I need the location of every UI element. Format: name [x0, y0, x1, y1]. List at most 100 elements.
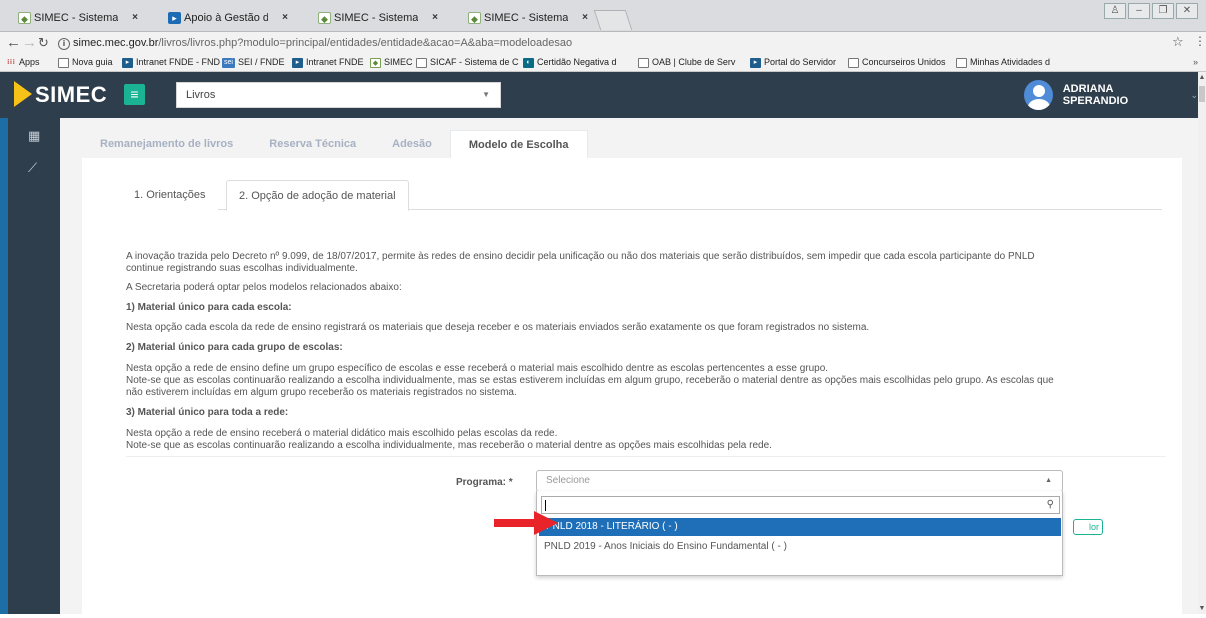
- fnde-icon: ▸: [292, 57, 303, 68]
- tab-modelo-escolha[interactable]: Modelo de Escolha: [449, 130, 588, 158]
- bookmarks-overflow-icon[interactable]: »: [1193, 54, 1198, 71]
- browser-tab-4[interactable]: ◆ SIMEC - Sistema Integrad ×: [450, 5, 602, 32]
- new-tab-button[interactable]: [593, 10, 633, 30]
- bookmark-label: Nova guia: [72, 57, 113, 67]
- page-scrollbar[interactable]: ▲ ▼: [1198, 72, 1206, 614]
- section-heading: 1) Material único para cada escola:: [126, 302, 292, 313]
- bookmark-intranet-fnde-fnd[interactable]: ▸ Intranet FNDE - FND: [122, 54, 220, 71]
- sidebar-accent: [0, 118, 8, 614]
- subtab-opcao-adocao[interactable]: 2. Opção de adoção de material: [226, 180, 409, 211]
- bookmark-nova-guia[interactable]: Nova guia: [58, 54, 113, 71]
- simec-favicon-icon: ◆: [318, 12, 331, 24]
- bookmark-oab[interactable]: OAB | Clube de Serv: [638, 54, 735, 71]
- page-icon: [848, 57, 859, 68]
- page-icon: [956, 57, 967, 68]
- bookmark-apps[interactable]: ⁝⁝⁝ Apps: [6, 54, 40, 71]
- minimize-icon[interactable]: –: [1128, 3, 1150, 19]
- page-icon: [58, 57, 69, 68]
- bookmark-simec[interactable]: ◆ SIMEC: [370, 54, 413, 71]
- simec-logo[interactable]: SIMEC: [14, 81, 108, 108]
- chevron-down-icon: ▼: [482, 90, 490, 99]
- close-tab-icon[interactable]: ×: [282, 5, 288, 31]
- main-tabs: Remanejamento de livros Reserva Técnica …: [82, 130, 588, 158]
- profile-icon[interactable]: ♙: [1104, 3, 1126, 19]
- dashboard-grid-icon[interactable]: ▦: [28, 128, 40, 144]
- apps-grid-icon: ⁝⁝⁝: [7, 58, 15, 66]
- browser-tab-2[interactable]: ▸ Apoio à Gestão do Livro ×: [150, 5, 302, 32]
- user-menu[interactable]: ADRIANA SPERANDIO ⌄: [1024, 80, 1198, 110]
- sidebar: ▦ ⟋: [0, 118, 60, 614]
- text-cursor: [545, 500, 546, 511]
- url-field[interactable]: i simec.mec.gov.br/livros/livros.php?modu…: [55, 34, 1185, 52]
- browser-tab-3[interactable]: ◆ SIMEC - Sistema Integrad ×: [300, 5, 452, 32]
- dropdown-option-pnld-2019[interactable]: PNLD 2019 - Anos Iniciais do Ensino Fund…: [537, 538, 1062, 556]
- bookmark-label: Concurseiros Unidos: [862, 57, 946, 67]
- partially-hidden-button[interactable]: lor: [1073, 519, 1103, 535]
- bookmark-label: Portal do Servidor: [764, 57, 837, 67]
- tab-remanejamento[interactable]: Remanejamento de livros: [82, 130, 251, 158]
- reload-icon[interactable]: ↻: [38, 34, 49, 52]
- close-tab-icon[interactable]: ×: [432, 5, 438, 31]
- browser-tab-1[interactable]: ◆ SIMEC - Sistema Integrad ×: [0, 5, 152, 32]
- programa-select[interactable]: Selecione ▲: [536, 470, 1063, 492]
- bookmark-intranet-fnde[interactable]: ▸ Intranet FNDE: [292, 54, 364, 71]
- bookmark-concurseiros[interactable]: Concurseiros Unidos: [848, 54, 946, 71]
- dropdown-option-pnld-2018[interactable]: PNLD 2018 - LITERÁRIO ( - ): [539, 518, 1061, 536]
- browser-tab-title: SIMEC - Sistema Integrad: [334, 12, 418, 24]
- scrollbar-thumb[interactable]: [1199, 86, 1205, 102]
- paragraph: Nesta opção cada escola da rede de ensin…: [126, 322, 870, 333]
- simec-favicon-icon: ◆: [468, 12, 481, 24]
- section-heading: 3) Material único para toda a rede:: [126, 407, 289, 418]
- browser-menu-icon[interactable]: ⋮: [1194, 34, 1206, 48]
- logo-text: SIMEC: [35, 82, 108, 107]
- fnde-favicon-icon: ▸: [168, 12, 181, 24]
- chart-line-icon[interactable]: ⟋: [28, 160, 37, 176]
- tab-panel: 1. Orientações 2. Opção de adoção de mat…: [82, 158, 1182, 618]
- scroll-down-icon[interactable]: ▼: [1198, 605, 1206, 612]
- bookmark-portal-servidor[interactable]: ▸ Portal do Servidor: [750, 54, 836, 71]
- dropdown-search-input[interactable]: ⚲: [541, 496, 1060, 514]
- paragraph: A Secretaria poderá optar pelos modelos …: [126, 282, 402, 293]
- close-tab-icon[interactable]: ×: [582, 5, 588, 31]
- bookmark-label: Apps: [19, 57, 40, 67]
- bookmark-label: Minhas Atividades d: [970, 57, 1051, 67]
- browser-tab-title: Apoio à Gestão do Livro: [184, 12, 268, 24]
- address-bar-row: ← → ↻ i simec.mec.gov.br/livros/livros.ph…: [0, 32, 1206, 54]
- scroll-up-icon[interactable]: ▲: [1198, 74, 1206, 81]
- certidao-icon: ◐: [523, 57, 534, 68]
- close-tab-icon[interactable]: ×: [132, 5, 138, 31]
- module-select-value: Livros: [186, 89, 216, 101]
- url-path: /livros/livros.php?modulo=principal/enti…: [158, 37, 573, 49]
- browser-tab-title: SIMEC - Sistema Integrad: [484, 12, 568, 24]
- bookmark-label: SICAF - Sistema de C: [430, 57, 519, 67]
- bookmark-star-icon[interactable]: ☆: [1172, 34, 1184, 50]
- close-window-icon[interactable]: ✕: [1176, 3, 1198, 19]
- info-icon[interactable]: i: [58, 38, 70, 50]
- bookmark-sei-fnde[interactable]: sei SEI / FNDE: [222, 54, 285, 71]
- restore-icon[interactable]: ❐: [1152, 3, 1174, 19]
- tab-reserva-tecnica[interactable]: Reserva Técnica: [251, 130, 374, 158]
- bookmark-certidao[interactable]: ◐ Certidão Negativa d: [523, 54, 617, 71]
- menu-toggle-button[interactable]: ≡: [124, 84, 145, 105]
- tab-adesao[interactable]: Adesão: [374, 130, 450, 158]
- section-heading: 2) Material único para cada grupo de esc…: [126, 342, 343, 353]
- forward-arrow-icon[interactable]: →: [22, 34, 37, 52]
- subtab-orientacoes[interactable]: 1. Orientações: [122, 180, 218, 210]
- page-icon: [416, 57, 427, 68]
- back-arrow-icon[interactable]: ←: [6, 34, 21, 52]
- divider: [126, 456, 1166, 457]
- chevron-down-icon: ⌄: [1190, 89, 1198, 100]
- bookmark-label: SEI / FNDE: [238, 57, 285, 67]
- module-select[interactable]: Livros ▼: [176, 82, 501, 108]
- search-icon: ⚲: [1046, 499, 1054, 510]
- simec-favicon-icon: ◆: [18, 12, 31, 24]
- programa-label: Programa: *: [456, 477, 513, 488]
- simec-icon: ◆: [370, 57, 381, 68]
- bookmark-minhas-atividades[interactable]: Minhas Atividades d: [956, 54, 1050, 71]
- bookmark-sicaf[interactable]: SICAF - Sistema de C: [416, 54, 519, 71]
- sub-tabs: 1. Orientações 2. Opção de adoção de mat…: [122, 180, 1162, 211]
- red-arrow-annotation: [494, 511, 558, 535]
- arrow-shape: [494, 511, 558, 535]
- sei-icon: sei: [222, 57, 235, 68]
- fnde-icon: ▸: [122, 57, 133, 68]
